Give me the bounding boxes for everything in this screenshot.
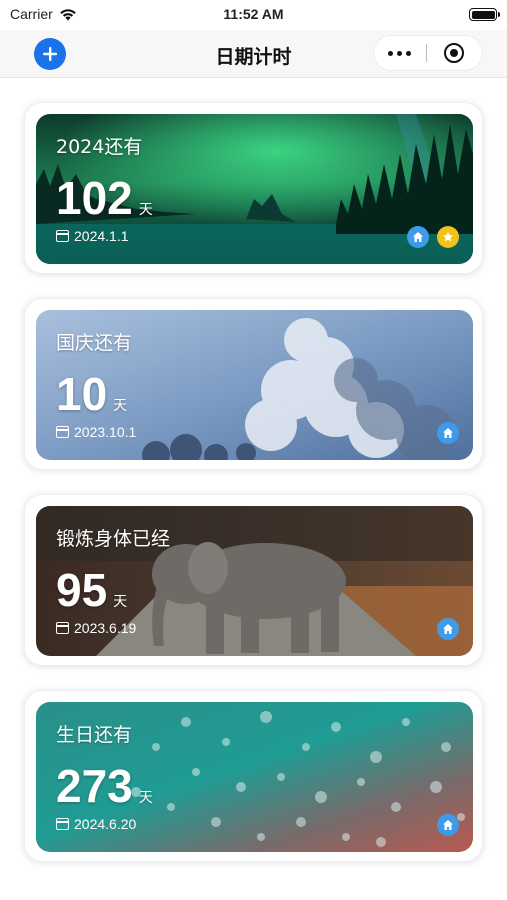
more-dots-icon[interactable] [374, 35, 426, 71]
navigation-bar: 日期计时 [0, 30, 507, 78]
target-close-icon [444, 43, 465, 63]
card-image: 2024还有 102 天 2024.1.1 [36, 114, 473, 264]
date-label: 2023.6.19 [74, 620, 137, 636]
mini-program-capsule [373, 35, 483, 71]
home-icon[interactable] [437, 618, 459, 640]
countdown-card[interactable]: 生日还有 273 天 2024.6.20 [24, 690, 483, 862]
home-icon[interactable] [437, 422, 459, 444]
day-number: 273 [56, 760, 133, 812]
card-badges [437, 422, 459, 444]
day-unit: 天 [113, 397, 128, 413]
countdown-card[interactable]: 锻炼身体已经 95 天 2023.6.19 [24, 494, 483, 666]
home-icon[interactable] [437, 814, 459, 836]
day-unit: 天 [138, 201, 153, 217]
calendar-icon [56, 426, 69, 438]
calendar-icon [56, 230, 69, 242]
day-count: 273 天 [56, 760, 153, 823]
status-time: 11:52 AM [223, 6, 284, 22]
day-number: 10 [56, 368, 108, 420]
star-icon[interactable] [437, 226, 459, 248]
day-count: 10 天 [56, 368, 127, 431]
date-label: 2024.6.20 [74, 816, 137, 832]
status-bar: Carrier 11:52 AM [0, 0, 507, 30]
day-number: 95 [56, 564, 108, 616]
card-image: 锻炼身体已经 95 天 2023.6.19 [36, 506, 473, 656]
day-number: 102 [56, 172, 133, 224]
countdown-card[interactable]: 国庆还有 10 天 2023.10.1 [24, 298, 483, 470]
day-count: 95 天 [56, 564, 127, 627]
home-icon[interactable] [407, 226, 429, 248]
date-label: 2024.1.1 [74, 228, 129, 244]
card-image: 国庆还有 10 天 2023.10.1 [36, 310, 473, 460]
countdown-card[interactable]: 2024还有 102 天 2024.1.1 [24, 102, 483, 274]
card-title: 锻炼身体已经 [56, 528, 171, 550]
day-unit: 天 [113, 593, 128, 609]
card-image: 生日还有 273 天 2024.6.20 [36, 702, 473, 852]
calendar-icon [56, 818, 69, 830]
day-count: 102 天 [56, 172, 153, 235]
card-badges [437, 618, 459, 640]
card-title: 国庆还有 [56, 332, 133, 354]
date-label: 2023.10.1 [74, 424, 137, 440]
card-badges [407, 226, 459, 248]
target-date: 2024.6.20 [56, 816, 136, 832]
day-unit: 天 [138, 789, 153, 805]
card-title: 2024还有 [56, 136, 143, 158]
calendar-icon [56, 622, 69, 634]
target-date: 2023.6.19 [56, 620, 136, 636]
target-date: 2024.1.1 [56, 228, 129, 244]
target-date: 2023.10.1 [56, 424, 136, 440]
card-badges [437, 814, 459, 836]
close-button[interactable] [427, 35, 482, 71]
card-title: 生日还有 [56, 724, 133, 746]
battery-icon [469, 8, 500, 21]
